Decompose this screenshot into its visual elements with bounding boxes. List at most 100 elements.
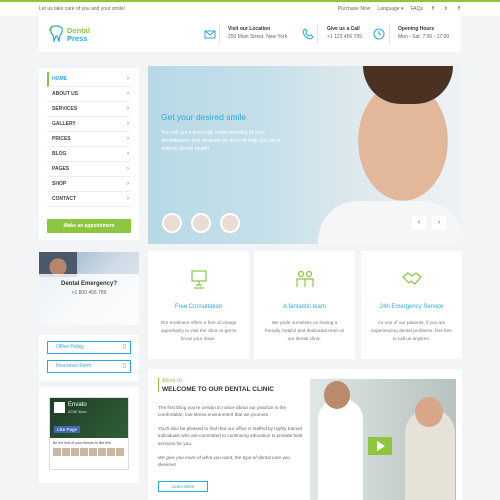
video-patient-head	[415, 397, 443, 427]
sidebar-item-services[interactable]: SERVICES ›	[47, 102, 131, 117]
top-bar: Let us take care of you and your smile! …	[0, 0, 500, 16]
feature-title: A fantastic team	[283, 304, 326, 310]
purchase-link[interactable]: Purchase Now	[338, 6, 371, 12]
sidebar-item-home[interactable]: HOME ›	[47, 72, 131, 87]
sidebar-menu: HOME › ABOUT US › SERVICES › GALLERY › PRICE…	[39, 68, 139, 240]
chevron-right-icon: ›	[127, 136, 129, 142]
slide-thumbnail[interactable]	[220, 213, 240, 233]
avatar	[107, 448, 115, 456]
hours-title: Opening Hours	[398, 26, 435, 32]
sidebar-item-label: ABOUT US	[52, 91, 79, 97]
office-policy-label: Office Policy	[56, 344, 84, 350]
sidebar-item-about-us[interactable]: ABOUT US ›	[47, 87, 131, 102]
divider	[317, 24, 318, 44]
insurance-form-label: Insurance Form	[56, 363, 92, 369]
envato-logo-icon	[54, 402, 65, 413]
facebook-likes-count: 203K likes	[68, 409, 87, 414]
phone-icon	[302, 28, 314, 40]
feature-card: Free Consultation Our treatment offers a…	[148, 251, 249, 359]
header: Dental Press Visit our Location 250 Main…	[39, 16, 461, 52]
sidebar-item-gallery[interactable]: GALLERY ›	[47, 117, 131, 132]
hero-description: You will get a thorough understanding of…	[161, 130, 281, 152]
accent-bar	[158, 378, 159, 392]
about-section: About Us WELCOME TO OUR DENTAL CLINIC Th…	[148, 369, 462, 500]
like-page-button[interactable]: Like Page	[54, 426, 81, 433]
tooth-icon	[49, 25, 63, 42]
about-label: About Us	[162, 378, 183, 384]
about-paragraph: We give you more of what you want, the t…	[158, 455, 291, 468]
avatar	[53, 448, 61, 456]
feature-title: 24h Emergency Service	[379, 304, 444, 310]
sidebar-item-label: HOME	[52, 76, 67, 82]
sidebar-item-label: PAGES	[52, 166, 70, 172]
facebook-icon[interactable]: f	[430, 6, 436, 12]
divider	[389, 24, 390, 44]
chevron-right-icon: ›	[127, 166, 129, 172]
facebook-widget: Envato 203K likes Like Page Be the first…	[39, 387, 139, 483]
call-text: +1 123 456 789	[327, 34, 362, 40]
sidebar-item-pages[interactable]: PAGES ›	[47, 162, 131, 177]
sidebar-item-prices[interactable]: PRICES ›	[47, 132, 131, 147]
sidebar-item-label: CONTACT	[52, 196, 77, 202]
sidebar-item-contact[interactable]: CONTACT ›	[47, 192, 131, 207]
document-icon: ▯	[122, 363, 126, 369]
avatar	[89, 448, 97, 456]
chevron-right-icon: ›	[127, 106, 129, 112]
sidebar-item-blog[interactable]: BLOG ›	[47, 147, 131, 162]
play-icon[interactable]	[368, 437, 392, 455]
office-policy-button[interactable]: Office Policy ▯	[47, 341, 131, 354]
hero-slider: Get your desired smile You will get a th…	[148, 66, 462, 244]
feature-card: 24h Emergency Service As one of our pati…	[361, 251, 462, 359]
chevron-right-icon: ›	[127, 151, 129, 157]
avatar	[80, 448, 88, 456]
feature-text: Our treatment offers a free of charge op…	[160, 320, 237, 341]
logo-text-press: Press	[67, 34, 88, 43]
slide-thumbnail[interactable]	[162, 213, 182, 233]
slider-next-button[interactable]: ›	[432, 216, 446, 230]
chevron-right-icon: ›	[127, 76, 129, 82]
facebook-friends-faces	[53, 448, 124, 456]
slider-prev-button[interactable]: ‹	[412, 216, 426, 230]
logo[interactable]: Dental Press	[49, 25, 109, 43]
chevron-right-icon: ›	[127, 121, 129, 127]
sidebar-item-label: PRICES	[52, 136, 71, 142]
learn-more-button[interactable]: Learn More	[158, 481, 208, 492]
avatar	[71, 448, 79, 456]
divider	[219, 24, 220, 44]
feature-text: As one of our patients, if you are exper…	[371, 320, 452, 341]
hero-title: Get your desired smile	[161, 112, 247, 122]
document-icon: ▯	[122, 344, 126, 350]
make-appointment-button[interactable]: Make an appointment	[47, 219, 131, 233]
about-video[interactable]	[310, 379, 456, 500]
language-dropdown[interactable]: Language ▾	[377, 6, 403, 12]
documents-widget: Office Policy ▯ Insurance Form ▯	[39, 335, 139, 381]
insurance-form-button[interactable]: Insurance Form ▯	[47, 360, 131, 373]
emergency-widget: Dental Emergency? +1 800 456 789	[39, 252, 139, 325]
team-icon	[296, 270, 314, 287]
top-links: Purchase Now Language ▾ FAQs f t f	[338, 6, 462, 12]
faqs-link[interactable]: FAQs	[410, 6, 423, 12]
language-label: Language	[377, 6, 400, 12]
sidebar-item-label: BLOG	[52, 151, 67, 157]
twitter-icon[interactable]: t	[443, 6, 449, 12]
chevron-right-icon: ›	[127, 181, 129, 187]
hours-info: Opening Hours Mon - Sat: 7:00 - 17:00	[398, 25, 449, 41]
about-title: WELCOME TO OUR DENTAL CLINIC	[162, 386, 274, 393]
video-doctor	[318, 399, 363, 500]
call-title: Give us a Call	[327, 26, 360, 32]
feature-card: A fantastic team We pride ourselves on h…	[254, 251, 355, 359]
location-text: 250 Main Street, New York	[228, 34, 288, 40]
avatar	[62, 448, 70, 456]
facebook-page-box[interactable]: Envato 203K likes Like Page Be the first…	[49, 397, 129, 470]
feature-text: We pride ourselves on having a friendly,…	[265, 320, 344, 341]
facebook-page-name: Envato	[68, 402, 87, 408]
call-info: Give us a Call +1 123 456 789	[327, 25, 362, 41]
location-title: Visit our Location	[228, 26, 271, 32]
facebook-cover: Envato 203K likes Like Page	[50, 398, 128, 438]
chevron-right-icon: ›	[127, 196, 129, 202]
sidebar-item-shop[interactable]: SHOP ›	[47, 177, 131, 192]
facebook-icon[interactable]: f	[456, 6, 462, 12]
slide-thumbnail[interactable]	[191, 213, 211, 233]
feature-title: Free Consultation	[174, 304, 223, 310]
sidebar-item-label: SERVICES	[52, 106, 78, 112]
